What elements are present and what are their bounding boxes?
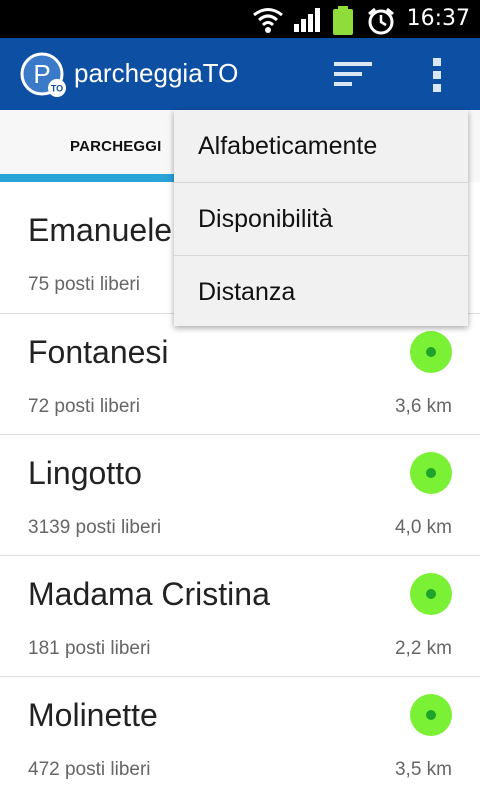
availability-indicator <box>410 452 452 494</box>
app-title: parcheggiaTO <box>74 58 239 88</box>
clock: 16:37 <box>406 6 470 31</box>
parking-name: Lingotto <box>28 455 142 491</box>
tab-parcheggi[interactable]: PARCHEGGI <box>70 138 162 155</box>
menu-item-distanza[interactable]: Distanza <box>174 256 468 328</box>
free-spots: 72 posti liberi <box>28 396 140 417</box>
menu-item-label: Alfabeticamente <box>198 132 378 160</box>
sort-icon[interactable] <box>332 60 376 90</box>
tab-indicator <box>0 174 200 182</box>
distance: 2,2 km <box>394 638 452 659</box>
menu-item-label: Distanza <box>198 278 296 306</box>
parking-name: Emanuele <box>28 212 173 248</box>
menu-item-disponibilita[interactable]: Disponibilità <box>174 183 468 256</box>
app-bar: P TO parcheggiaTO <box>0 38 480 110</box>
distance: 3,5 km <box>394 759 452 780</box>
overflow-menu-icon[interactable] <box>430 56 444 94</box>
free-spots: 75 posti liberi <box>28 274 140 295</box>
logo-badge: TO <box>51 84 63 94</box>
sort-menu: Alfabeticamente Disponibilità Distanza <box>174 110 468 326</box>
parking-name: Madama Cristina <box>28 576 270 612</box>
status-bar: 16:37 <box>0 0 480 38</box>
menu-item-alfabeticamente[interactable]: Alfabeticamente <box>174 110 468 183</box>
free-spots: 472 posti liberi <box>28 759 151 780</box>
parking-name: Molinette <box>28 697 158 733</box>
menu-item-label: Disponibilità <box>198 205 333 233</box>
availability-indicator <box>410 331 452 373</box>
logo-letter: P <box>33 59 50 89</box>
wifi-icon <box>253 8 283 33</box>
availability-indicator <box>410 694 452 736</box>
battery-icon <box>333 6 353 35</box>
list-item[interactable]: Lingotto 3139 posti liberi 4,0 km <box>0 435 480 556</box>
list-item[interactable]: Molinette 472 posti liberi 3,5 km <box>0 677 480 797</box>
parking-name: Fontanesi <box>28 334 169 370</box>
free-spots: 3139 posti liberi <box>28 517 162 538</box>
availability-indicator <box>410 573 452 615</box>
distance: 4,0 km <box>394 517 452 538</box>
list-item[interactable]: Fontanesi 72 posti liberi 3,6 km <box>0 314 480 435</box>
alarm-icon <box>368 7 394 35</box>
distance: 3,6 km <box>394 396 452 417</box>
free-spots: 181 posti liberi <box>28 638 151 659</box>
list-item[interactable]: Madama Cristina 181 posti liberi 2,2 km <box>0 556 480 677</box>
app-logo: P TO <box>20 52 66 97</box>
signal-icon <box>294 8 320 32</box>
